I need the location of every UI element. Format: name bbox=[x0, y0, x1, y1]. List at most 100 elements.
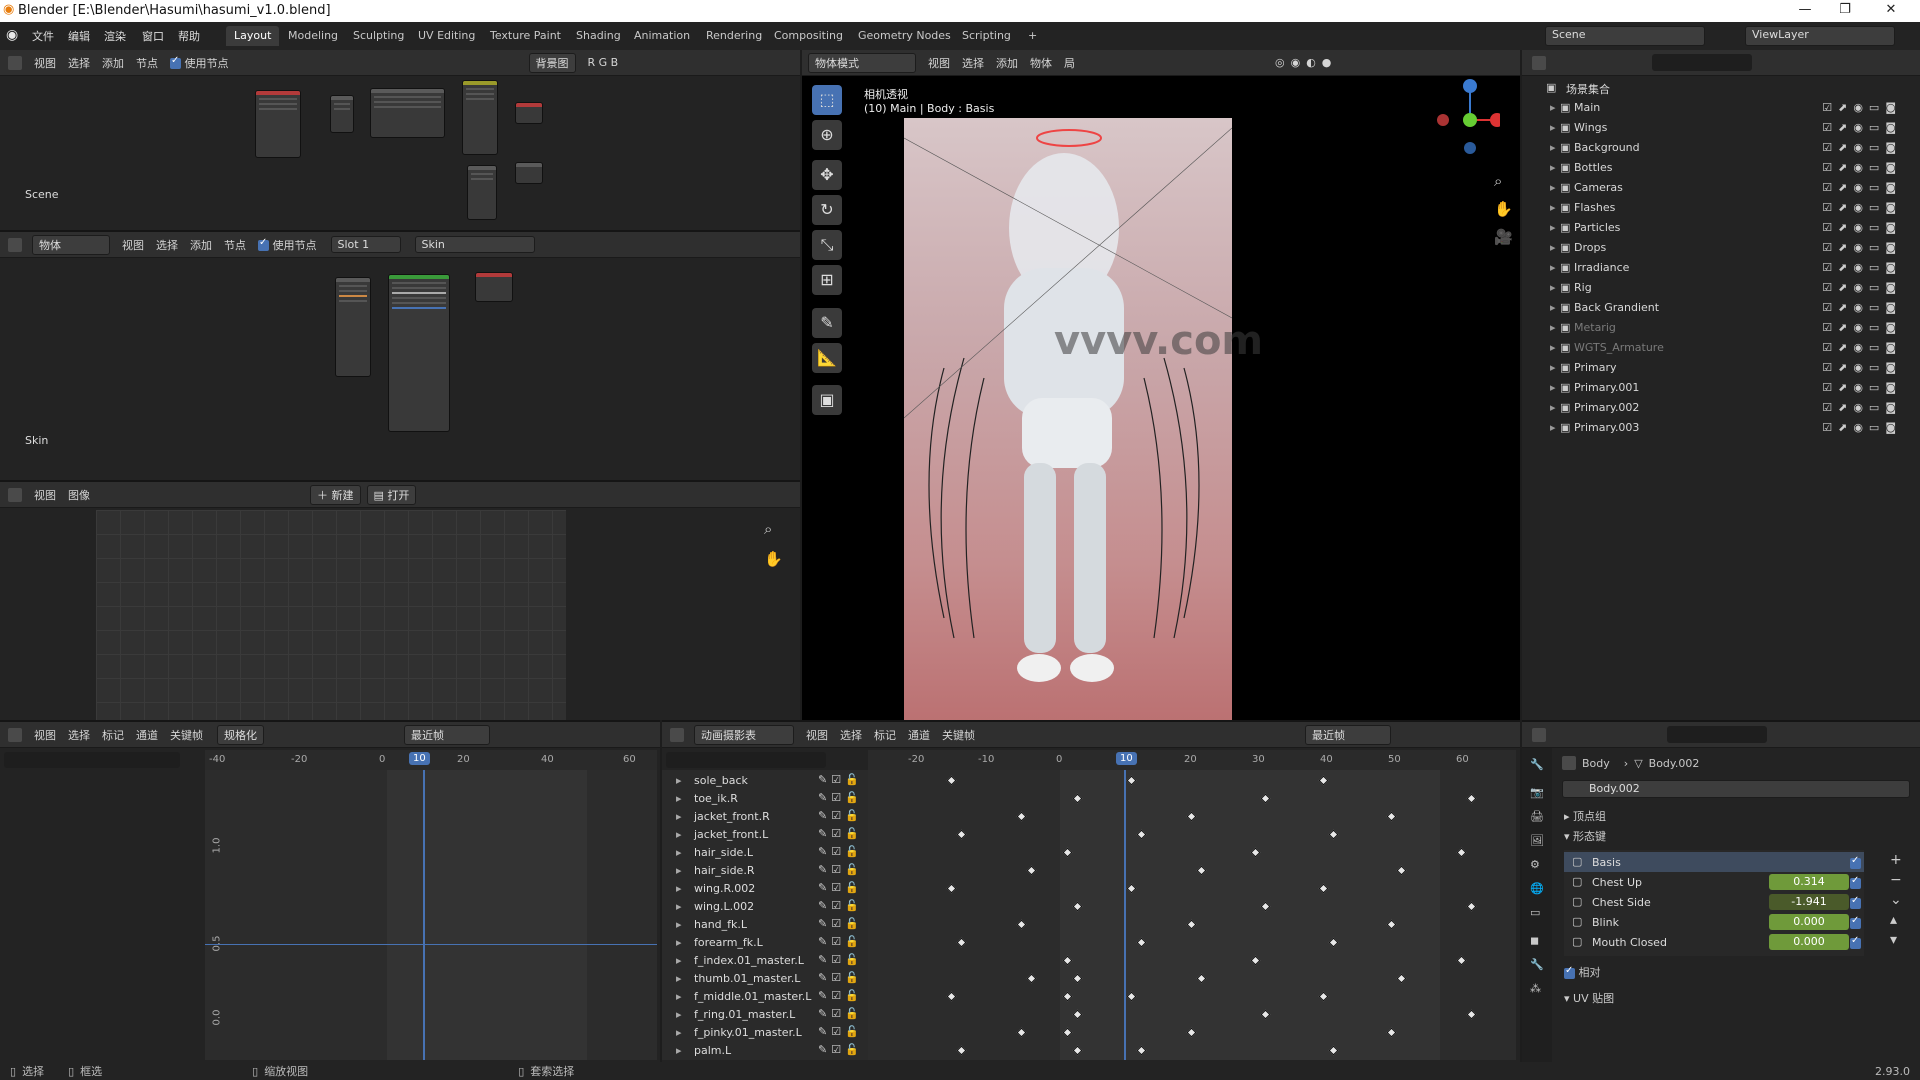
transform-tool-icon[interactable]: ⊞ bbox=[812, 265, 842, 295]
menu-select[interactable]: 选择 bbox=[962, 55, 984, 71]
visibility-toggle-icons[interactable]: ☑⬈◉▭◙ bbox=[1822, 101, 1902, 114]
dopesheet-channel[interactable]: ▸ sole_back ✎☑🔓 bbox=[662, 772, 868, 790]
camera-view-icon[interactable]: 🎥 bbox=[1494, 228, 1513, 246]
expand-arrow-icon[interactable]: ▸ bbox=[676, 972, 682, 985]
dopesheet-channel[interactable]: ▸ wing.L.002 ✎☑🔓 bbox=[662, 898, 868, 916]
visibility-toggle-icons[interactable]: ☑⬈◉▭◙ bbox=[1822, 141, 1902, 154]
move-down-icon[interactable]: ▾ bbox=[1890, 930, 1902, 950]
dope-sheet[interactable]: 动画摄影表 视图 选择 标记 通道 关键帧 最近帧 -20 -10 0 20 3… bbox=[662, 720, 1520, 1062]
menu-key[interactable]: 关键帧 bbox=[170, 727, 203, 743]
visibility-toggle-icons[interactable]: ☑⬈◉▭◙ bbox=[1822, 341, 1902, 354]
image-canvas[interactable] bbox=[96, 510, 566, 720]
current-frame-indicator[interactable]: 10 bbox=[1116, 752, 1137, 765]
expand-arrow-icon[interactable]: ▸ bbox=[1550, 341, 1556, 354]
menu-select[interactable]: 选择 bbox=[840, 727, 862, 743]
menu-marker[interactable]: 标记 bbox=[102, 727, 124, 743]
expand-arrow-icon[interactable]: ▸ bbox=[1550, 121, 1556, 134]
editor-type-icon[interactable] bbox=[1532, 728, 1546, 742]
menu-marker[interactable]: 标记 bbox=[874, 727, 896, 743]
remove-shape-key-icon[interactable]: − bbox=[1890, 870, 1902, 890]
expand-arrow-icon[interactable]: ▸ bbox=[676, 828, 682, 841]
expand-arrow-icon[interactable]: ▸ bbox=[676, 936, 682, 949]
keyframe[interactable] bbox=[1026, 865, 1037, 876]
shape-key-row[interactable]: ▢ Basis bbox=[1564, 852, 1864, 872]
menu-object[interactable]: 物体 bbox=[1030, 55, 1052, 71]
dopesheet-mode-selector[interactable]: 动画摄影表 bbox=[694, 724, 794, 745]
outliner-item[interactable]: ▸ ▣ Flashes ☑⬈◉▭◙ bbox=[1522, 198, 1920, 218]
editor-type-icon[interactable] bbox=[8, 487, 22, 502]
keyframe[interactable] bbox=[1016, 811, 1027, 822]
output-tab-icon[interactable]: 🖨 bbox=[1530, 810, 1544, 823]
menu-channel[interactable]: 通道 bbox=[136, 727, 158, 743]
shape-key-row[interactable]: ▢ Blink 0.000 bbox=[1564, 912, 1864, 932]
node[interactable] bbox=[462, 80, 498, 155]
scene-tab-icon[interactable]: ⚙ bbox=[1530, 858, 1540, 871]
add-cube-tool-icon[interactable]: ▣ bbox=[812, 385, 842, 415]
outliner-item[interactable]: ▸ ▣ Wings ☑⬈◉▭◙ bbox=[1522, 118, 1920, 138]
menu-select[interactable]: 选择 bbox=[68, 55, 90, 71]
view-layer-selector[interactable]: ViewLayer bbox=[1745, 26, 1895, 46]
add-workspace-icon[interactable]: + bbox=[1020, 26, 1045, 46]
object-tab-icon[interactable]: ◼ bbox=[1530, 934, 1539, 947]
menu-view[interactable]: 视图 bbox=[928, 55, 950, 71]
menu-channel[interactable]: 通道 bbox=[908, 727, 930, 743]
menu-node[interactable]: 节点 bbox=[224, 237, 246, 253]
interpolation-selector[interactable]: 最近帧 bbox=[1305, 724, 1391, 745]
menu-window[interactable]: 窗口 bbox=[142, 28, 164, 44]
visibility-toggle-icons[interactable]: ☑⬈◉▭◙ bbox=[1822, 401, 1902, 414]
visibility-toggle-icons[interactable]: ☑⬈◉▭◙ bbox=[1822, 261, 1902, 274]
tab-uv-editing[interactable]: UV Editing bbox=[410, 26, 483, 46]
menu-select[interactable]: 选择 bbox=[68, 727, 90, 743]
world-tab-icon[interactable]: 🌐 bbox=[1530, 882, 1544, 895]
checkbox-icon[interactable] bbox=[1850, 875, 1861, 889]
keyframe[interactable] bbox=[1466, 1009, 1477, 1020]
tab-animation[interactable]: Animation bbox=[626, 26, 698, 46]
menu-view[interactable]: 视图 bbox=[34, 727, 56, 743]
visibility-toggle-icons[interactable]: ☑⬈◉▭◙ bbox=[1822, 121, 1902, 134]
new-image-button[interactable]: ＋ 新建 bbox=[310, 484, 361, 505]
visibility-toggle-icons[interactable]: ☑⬈◉▭◙ bbox=[1822, 421, 1902, 434]
menu-select[interactable]: 选择 bbox=[156, 237, 178, 253]
open-image-button[interactable]: ▤ 打开 bbox=[366, 484, 417, 505]
dopesheet-channel[interactable]: ▸ f_pinky.01_master.L ✎☑🔓 bbox=[662, 1024, 868, 1042]
menu-view[interactable]: 视图 bbox=[34, 487, 56, 503]
tab-modeling[interactable]: Modeling bbox=[280, 26, 346, 46]
menu-view[interactable]: 视图 bbox=[122, 237, 144, 253]
keyframe[interactable] bbox=[1016, 1027, 1027, 1038]
expand-arrow-icon[interactable]: ▸ bbox=[1550, 221, 1556, 234]
expand-arrow-icon[interactable]: ▸ bbox=[676, 954, 682, 967]
dopesheet-channel[interactable]: ▸ f_ring.01_master.L ✎☑🔓 bbox=[662, 1006, 868, 1024]
pan-hand-icon[interactable]: ✋ bbox=[764, 550, 783, 568]
tab-scripting[interactable]: Scripting bbox=[954, 26, 1019, 46]
shape-key-row[interactable]: ▢ Chest Side -1.941 bbox=[1564, 892, 1864, 912]
expand-arrow-icon[interactable]: ▸ bbox=[676, 792, 682, 805]
outliner-item[interactable]: ▸ ▣ Background ☑⬈◉▭◙ bbox=[1522, 138, 1920, 158]
expand-arrow-icon[interactable]: ▸ bbox=[1550, 421, 1556, 434]
keyframe[interactable] bbox=[1016, 919, 1027, 930]
expand-arrow-icon[interactable]: ▸ bbox=[1550, 141, 1556, 154]
keyframe[interactable] bbox=[946, 883, 957, 894]
rotate-tool-icon[interactable]: ↻ bbox=[812, 195, 842, 225]
node[interactable] bbox=[475, 272, 513, 302]
shape-keys-panel[interactable]: ▾ 形态键 bbox=[1564, 828, 1606, 844]
maximize-icon[interactable]: ❐ bbox=[1830, 2, 1860, 17]
keyframe[interactable] bbox=[946, 991, 957, 1002]
shape-key-row[interactable]: ▢ Mouth Closed 0.000 bbox=[1564, 932, 1864, 952]
graph-timeline-ruler[interactable]: -40 -20 0 20 40 60 10 bbox=[205, 750, 657, 770]
modifier-tab-icon[interactable]: 🔧 bbox=[1530, 958, 1544, 971]
view-layer-tab-icon[interactable]: 🖼 bbox=[1530, 834, 1544, 847]
outliner-item[interactable]: ▸ ▣ Cameras ☑⬈◉▭◙ bbox=[1522, 178, 1920, 198]
visibility-toggle-icons[interactable]: ☑⬈◉▭◙ bbox=[1822, 381, 1902, 394]
expand-arrow-icon[interactable]: ▸ bbox=[1550, 361, 1556, 374]
tab-geometry-nodes[interactable]: Geometry Nodes bbox=[850, 26, 959, 46]
material-selector[interactable]: Skin bbox=[414, 236, 535, 253]
dopesheet-channel[interactable]: ▸ palm.L ✎☑🔓 bbox=[662, 1042, 868, 1060]
shader-type-selector[interactable]: 物体 bbox=[32, 234, 110, 255]
expand-arrow-icon[interactable]: ▸ bbox=[676, 774, 682, 787]
channel-toggle-icons[interactable]: ✎☑🔓 bbox=[818, 863, 863, 876]
transform-orientation[interactable]: 局 bbox=[1064, 55, 1075, 71]
menu-image[interactable]: 图像 bbox=[68, 487, 90, 503]
outliner-item[interactable]: ▸ ▣ Particles ☑⬈◉▭◙ bbox=[1522, 218, 1920, 238]
keyframe[interactable] bbox=[1466, 901, 1477, 912]
graph-area[interactable]: 1.0 0.5 0.0 bbox=[205, 770, 657, 1060]
